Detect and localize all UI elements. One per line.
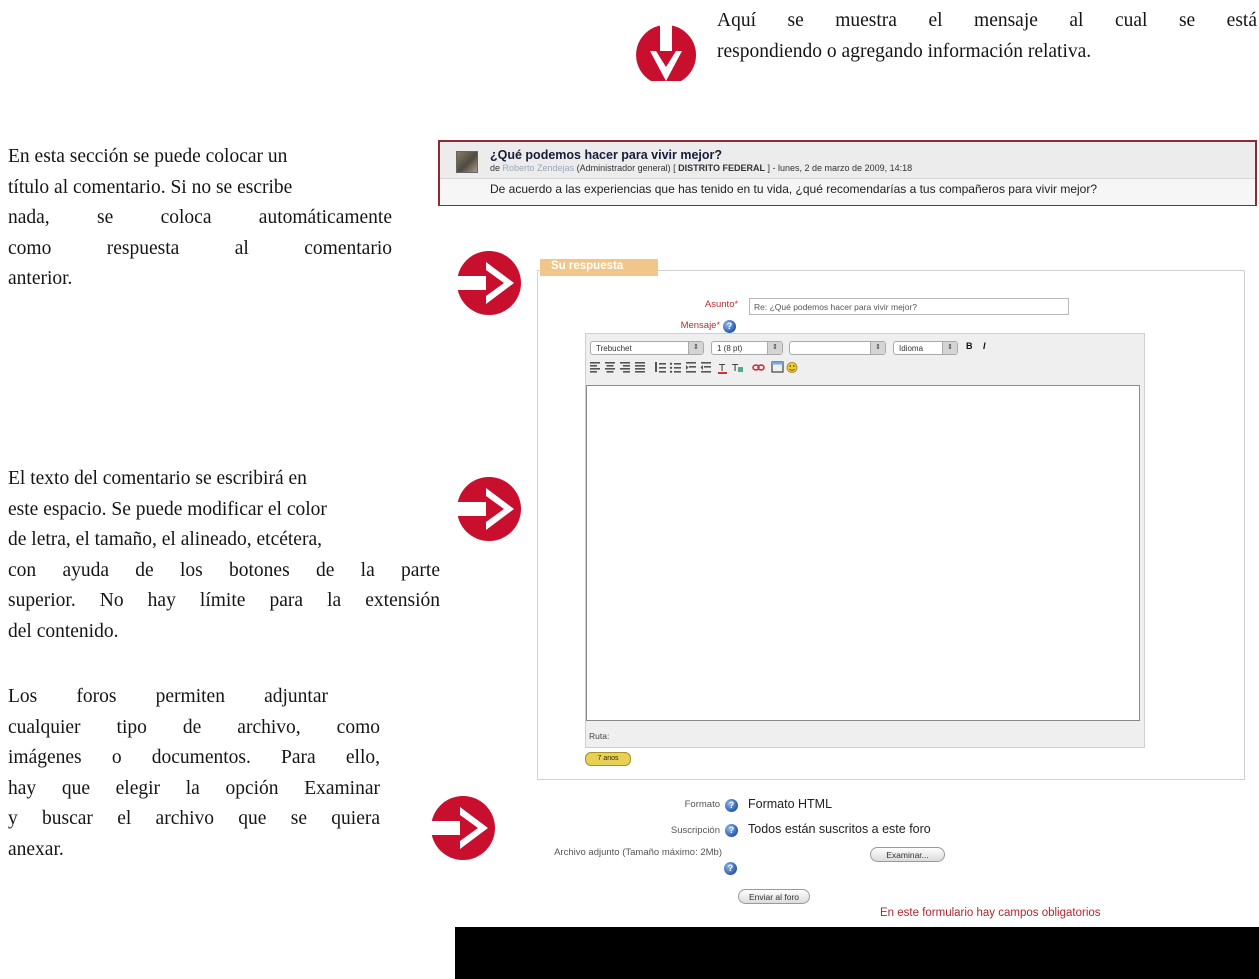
- background-color-icon: T: [731, 363, 743, 374]
- unordered-list-icon: [669, 362, 681, 373]
- subscription-label: Suscripción: [670, 825, 720, 836]
- text-color-icon: T: [718, 363, 727, 374]
- help-icon[interactable]: ?: [725, 824, 738, 837]
- select-arrows-icon: ⇕: [688, 342, 703, 354]
- language-select-value: Idioma: [899, 344, 924, 353]
- subject-label-text: Asunto: [704, 299, 735, 310]
- right-arrow-icon: [456, 250, 522, 316]
- required-mark: *: [716, 320, 720, 330]
- required-mark: *: [734, 299, 738, 309]
- format-select[interactable]: ⇕: [789, 341, 886, 355]
- annotation-line: En esta sección se puede colocar un: [8, 146, 288, 167]
- annotation-line: de letra, el tamaño, el alineado, etcéte…: [8, 529, 322, 550]
- black-bar: [455, 927, 1259, 979]
- help-icon[interactable]: ?: [725, 799, 738, 812]
- browse-button[interactable]: Examinar...: [870, 847, 945, 862]
- right-arrow-icon: [456, 476, 522, 542]
- down-arrow-icon: [634, 23, 698, 81]
- align-right-icon: [620, 362, 630, 373]
- annotation-line: anexar.: [8, 838, 64, 860]
- annotation-line: cualquier tipo de archivo, como: [8, 716, 380, 738]
- message-label-text: Mensaje: [680, 320, 717, 331]
- annotation-line: este espacio. Se puede modificar el colo…: [8, 498, 327, 520]
- form-legend: Su respuesta: [551, 260, 624, 272]
- annotation-line: nada, se coloca automáticamente: [8, 207, 392, 228]
- post-body: De acuerdo a las experiencias que has te…: [490, 182, 1098, 196]
- annotation-attach-section: Los foros permiten adjuntar cualquier ti…: [8, 682, 380, 865]
- post-location: DISTRITO FEDERAL: [678, 163, 765, 173]
- italic-button[interactable]: I: [983, 341, 986, 351]
- select-arrows-icon: ⇕: [942, 342, 957, 354]
- select-arrows-icon: ⇕: [767, 342, 782, 354]
- avatar[interactable]: [456, 151, 478, 173]
- annotation-line: Aquí se muestra el mensaje al cual se es…: [717, 10, 1257, 31]
- ordered-list-icon: [655, 362, 666, 373]
- post-author-role: (Administrador general) [: [576, 163, 676, 173]
- annotation-line: del contenido.: [8, 620, 119, 642]
- annotation-line: hay que elegir la opción Examinar: [8, 777, 380, 799]
- language-select[interactable]: Idioma ⇕: [893, 341, 958, 355]
- link-icon: [752, 364, 765, 371]
- annotation-line: anterior.: [8, 268, 73, 289]
- attachment-label: Archivo adjunto (Tamaño máximo: 2Mb): [554, 847, 722, 858]
- post-title: ¿Qué podemos hacer para vivir mejor?: [490, 148, 723, 162]
- align-justify-icon: [635, 362, 645, 373]
- message-label: Mensaje*: [622, 320, 720, 331]
- file-path-input[interactable]: [727, 846, 867, 860]
- subject-label: Asunto*: [650, 299, 738, 310]
- font-select[interactable]: Trebuchet ⇕: [590, 341, 704, 355]
- subscription-value: Todos están suscritos a este foro: [748, 822, 931, 836]
- annotation-text-section: El texto del comentario se escribirá en …: [8, 464, 440, 647]
- font-select-value: Trebuchet: [596, 344, 632, 353]
- editor-toolbar-row: T T: [590, 361, 890, 374]
- align-left-icon: [590, 362, 600, 373]
- annotation-line: superior. No hay límite para la extensió…: [8, 590, 440, 611]
- format-value: Formato HTML: [748, 797, 833, 811]
- message-editor-area[interactable]: [586, 385, 1140, 721]
- submit-button[interactable]: Enviar al foro: [738, 889, 810, 904]
- smiley-icon: [786, 362, 798, 373]
- post-meta-prefix: de: [490, 163, 501, 173]
- annotation-line: con ayuda de los botones de la parte: [8, 559, 440, 581]
- annotation-line: El texto del comentario se escribirá en: [8, 468, 307, 489]
- indent-icon: [700, 362, 711, 373]
- help-icon[interactable]: ?: [724, 862, 737, 875]
- annotation-top: Aquí se muestra el mensaje al cual se es…: [717, 6, 1257, 67]
- bold-button[interactable]: B: [966, 341, 973, 351]
- annotation-line: imágenes o documentos. Para ello,: [8, 747, 380, 768]
- required-fields-note: En este formulario hay campos obligatori…: [880, 907, 1101, 919]
- annotation-line: Los foros permiten adjuntar: [8, 686, 328, 707]
- svg-text:T: T: [731, 363, 739, 374]
- annotation-line: título al comentario. Si no se escribe: [8, 176, 293, 198]
- annotation-line: respondiendo o agregando información rel…: [717, 40, 1092, 62]
- table-icon: [771, 361, 784, 373]
- subject-input[interactable]: Re: ¿Qué podemos hacer para vivir mejor?: [749, 298, 1069, 315]
- annotation-title-section: En esta sección se puede colocar un títu…: [8, 142, 392, 295]
- annotation-line: y buscar el archivo que se quiera: [8, 808, 380, 829]
- size-select[interactable]: 1 (8 pt) ⇕: [711, 341, 783, 355]
- path-label: Ruta:: [589, 731, 610, 741]
- help-icon[interactable]: ?: [723, 320, 736, 333]
- align-center-icon: [605, 362, 615, 373]
- right-arrow-icon: [430, 795, 496, 861]
- annotation-line: como respuesta al comentario: [8, 237, 392, 259]
- post-author-link[interactable]: Roberto Zendejas: [503, 163, 575, 173]
- size-select-value: 1 (8 pt): [717, 344, 743, 353]
- post-date: ] - lunes, 2 de marzo de 2009, 14:18: [767, 163, 913, 173]
- word-count-badge: 7 anos: [585, 752, 631, 766]
- format-label: Formato: [684, 799, 720, 810]
- select-arrows-icon: ⇕: [870, 342, 885, 354]
- parent-post: ¿Qué podemos hacer para vivir mejor? de …: [438, 140, 1257, 206]
- post-meta: de Roberto Zendejas (Administrador gener…: [490, 163, 912, 173]
- outdent-icon: [686, 362, 696, 373]
